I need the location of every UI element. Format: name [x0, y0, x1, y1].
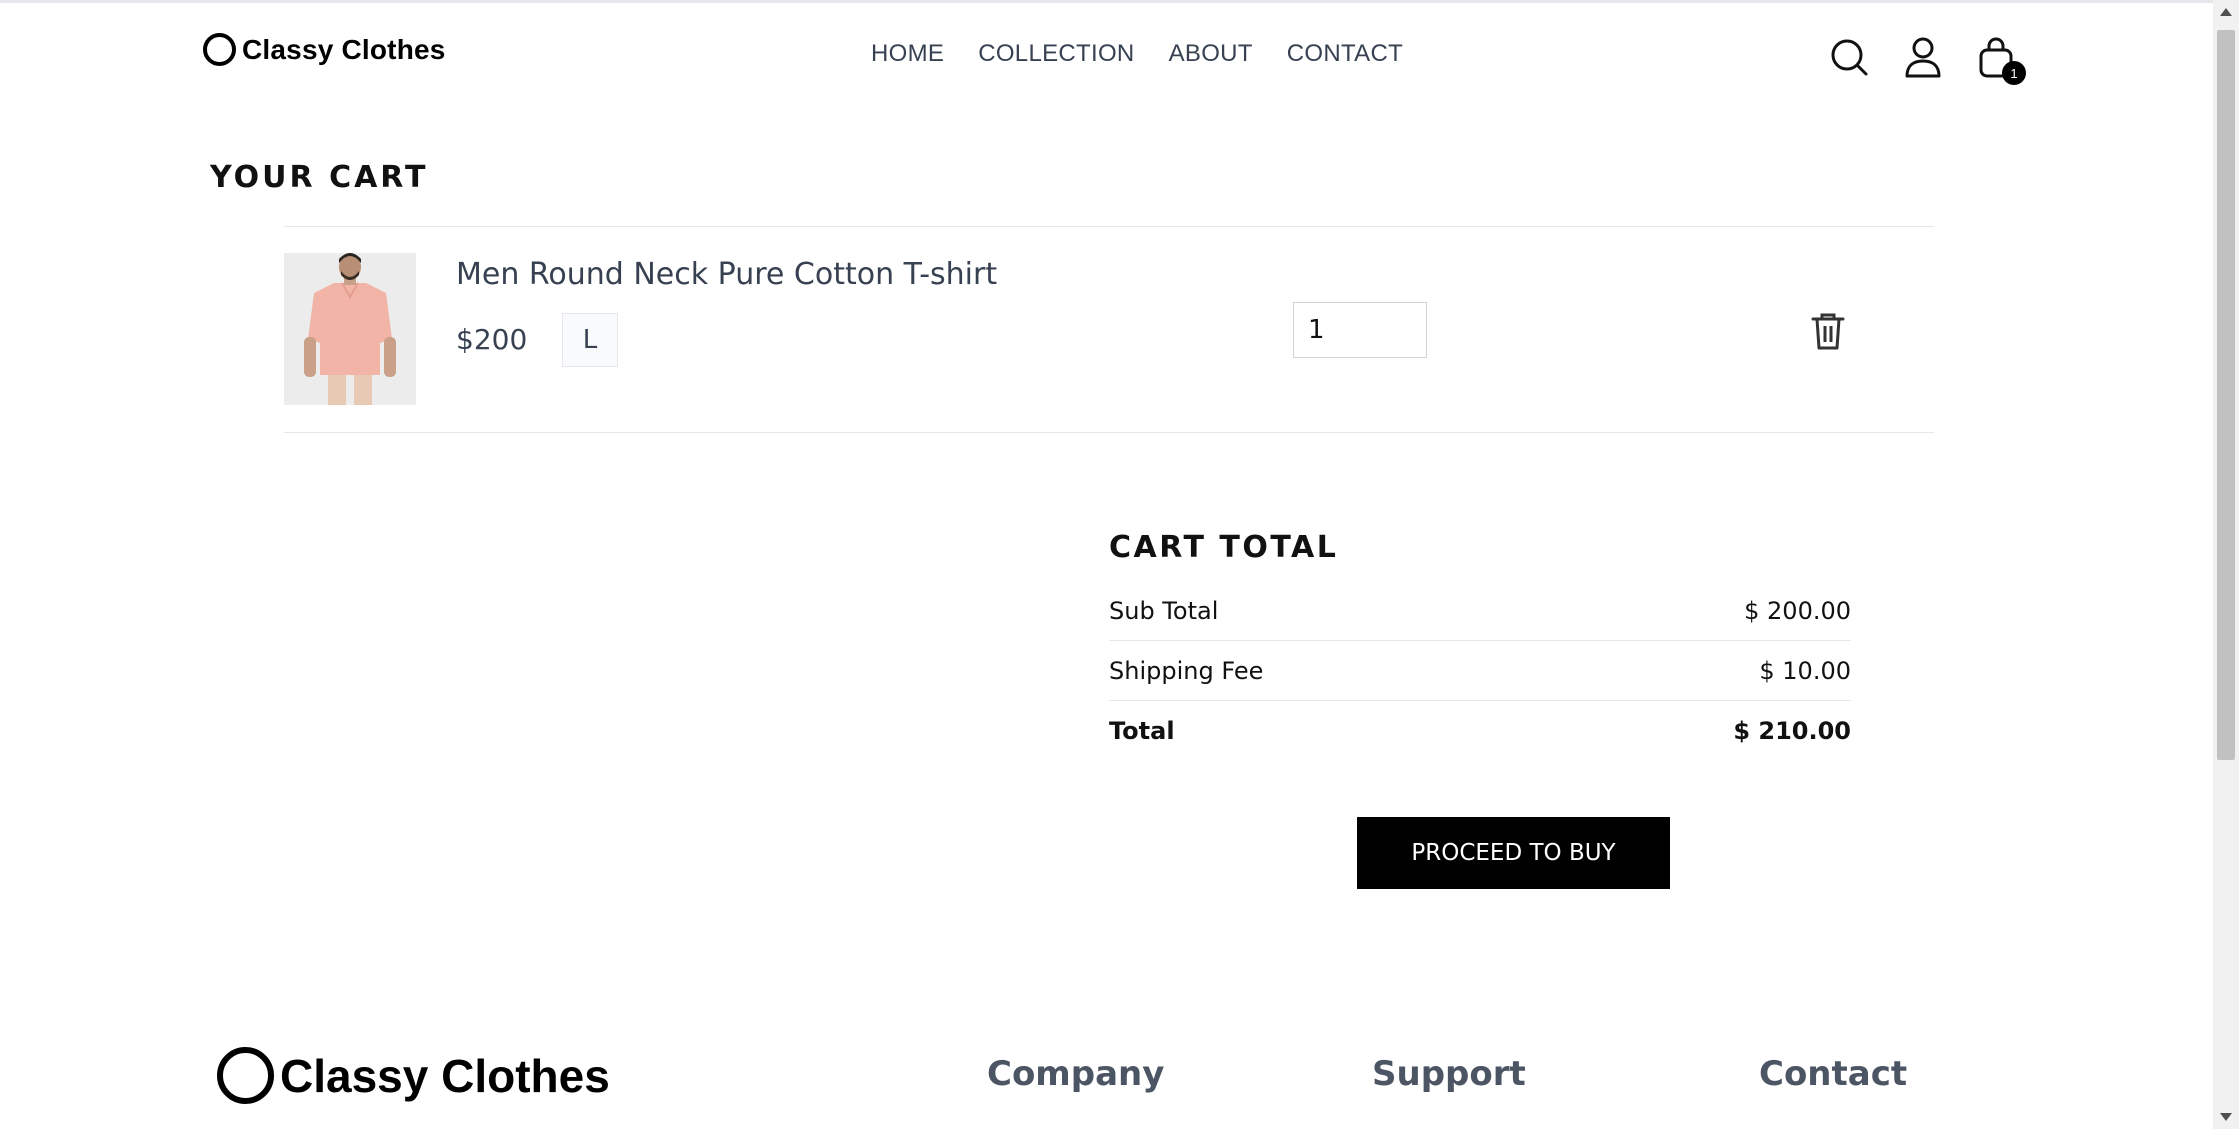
nav-home[interactable]: HOME — [871, 40, 944, 68]
search-icon[interactable] — [1830, 35, 1870, 79]
nav-contact[interactable]: CONTACT — [1287, 40, 1403, 68]
footer-heading-company: Company — [987, 1054, 1165, 1094]
main-nav: HOME COLLECTION ABOUT CONTACT — [871, 40, 1403, 68]
total-row: Total $ 210.00 — [1109, 701, 1851, 761]
user-icon[interactable] — [1903, 35, 1943, 79]
brand-name: Classy Clothes — [242, 33, 446, 65]
subtotal-row: Sub Total $ 200.00 — [1109, 581, 1851, 641]
shipping-row: Shipping Fee $ 10.00 — [1109, 641, 1851, 701]
shopping-bag-icon[interactable]: 1 — [1976, 35, 2026, 85]
cart-count-badge: 1 — [2002, 61, 2026, 85]
footer-logo[interactable]: Classy Clothes — [217, 1047, 610, 1104]
logo-ring-icon — [217, 1047, 274, 1104]
product-image[interactable] — [284, 253, 416, 405]
footer-heading-support: Support — [1372, 1054, 1526, 1094]
nav-about[interactable]: ABOUT — [1169, 40, 1253, 68]
brand-logo[interactable]: Classy Clothes — [203, 33, 446, 66]
footer-brand-name: Classy Clothes — [280, 1049, 610, 1102]
proceed-to-buy-button[interactable]: PROCEED TO BUY — [1357, 817, 1670, 889]
nav-collection[interactable]: COLLECTION — [978, 40, 1134, 68]
footer-heading-contact: Contact — [1759, 1054, 1908, 1094]
quantity-input[interactable] — [1293, 302, 1427, 358]
trash-icon[interactable] — [1810, 311, 1846, 351]
scrollbar-thumb[interactable] — [2217, 30, 2235, 760]
total-value: $ 210.00 — [1733, 717, 1851, 745]
shipping-label: Shipping Fee — [1109, 656, 1264, 685]
scroll-down-arrow-icon[interactable] — [2220, 1113, 2232, 1121]
size-badge: L — [562, 313, 618, 367]
subtotal-label: Sub Total — [1109, 596, 1219, 625]
cart-item-row: Men Round Neck Pure Cotton T-shirt $200 … — [284, 226, 1934, 433]
logo-ring-icon — [203, 33, 236, 66]
page-title: YOUR CART — [210, 160, 429, 195]
header-actions: 1 — [1830, 35, 2026, 85]
product-name[interactable]: Men Round Neck Pure Cotton T-shirt — [456, 257, 997, 292]
page-scrollbar[interactable] — [2213, 0, 2239, 1129]
shipping-value: $ 10.00 — [1759, 656, 1851, 685]
cart-totals: CART TOTAL Sub Total $ 200.00 Shipping F… — [1109, 530, 1851, 761]
scroll-up-arrow-icon[interactable] — [2220, 8, 2232, 16]
totals-title: CART TOTAL — [1109, 530, 1339, 565]
total-label: Total — [1109, 717, 1175, 745]
subtotal-value: $ 200.00 — [1744, 596, 1851, 625]
site-header: Classy Clothes HOME COLLECTION ABOUT CON… — [0, 3, 2213, 107]
product-price: $200 — [456, 323, 528, 356]
